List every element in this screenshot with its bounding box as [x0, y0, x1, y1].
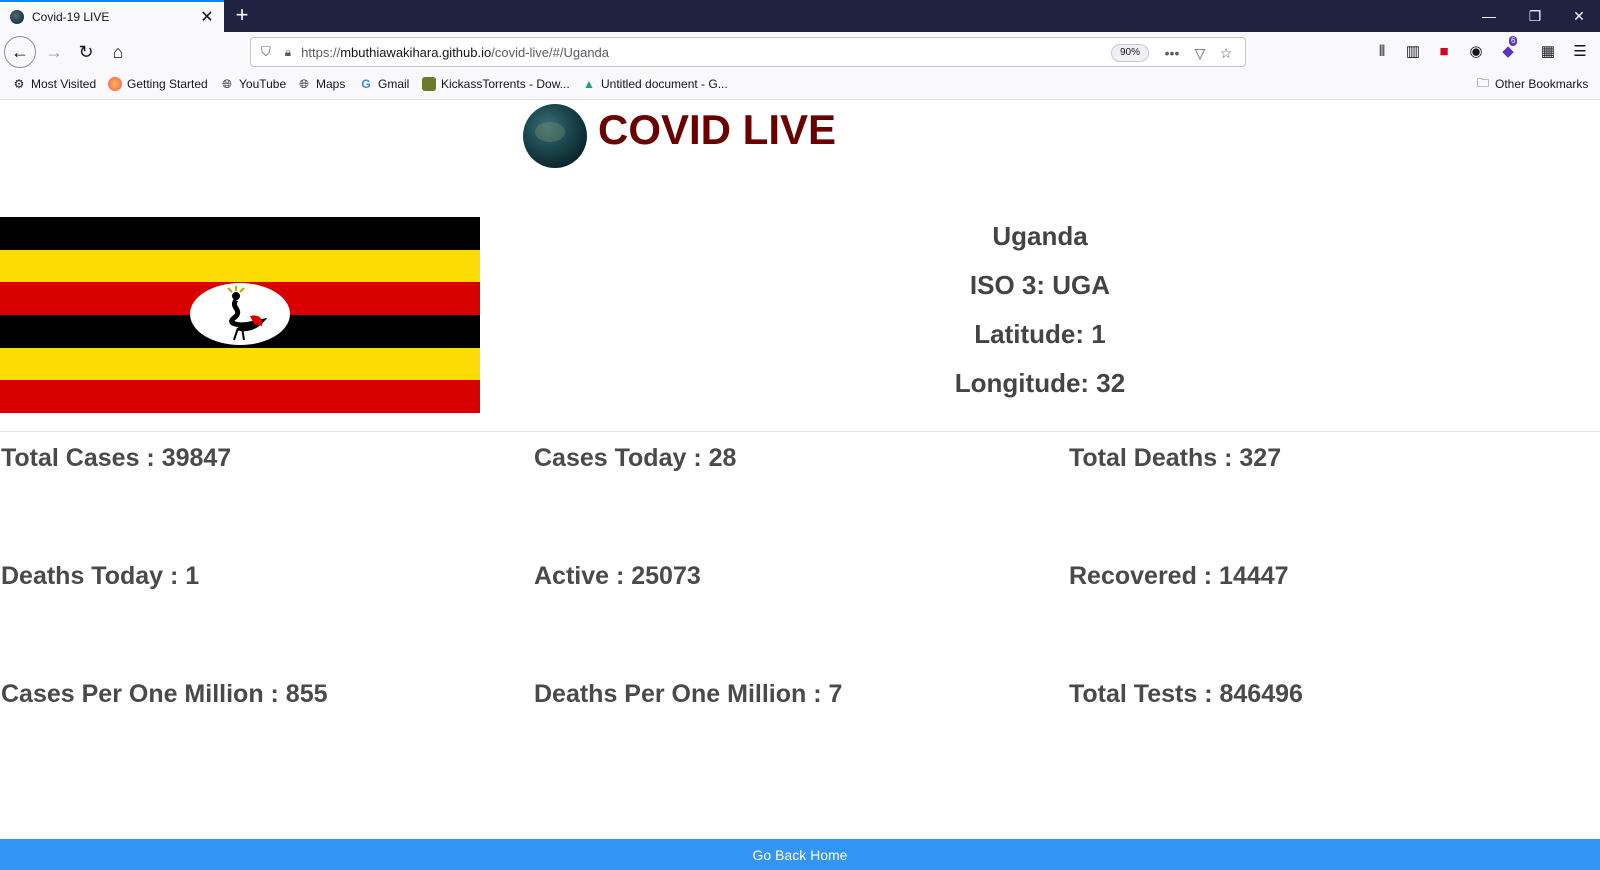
globe-icon: 🌐︎ [299, 76, 309, 91]
kickass-icon [422, 77, 436, 91]
stat-total-tests: Total Tests : 846496 [1069, 680, 1303, 708]
google-icon: G [361, 77, 371, 91]
back-button[interactable]: ← [4, 36, 36, 68]
browser-tab[interactable]: Covid-19 LIVE ✕ [0, 0, 224, 32]
stat-cases-today: Cases Today : 28 [534, 444, 737, 472]
navigation-toolbar: ← → ↻ ⌂ ⛉ 🔒︎ https://mbuthiawakihara.git… [0, 32, 1600, 72]
library-icon[interactable]: ⫴ [1372, 42, 1392, 62]
stat-cases-per-million: Cases Per One Million : 855 [1, 680, 328, 708]
close-tab-icon[interactable]: ✕ [196, 6, 218, 28]
zoom-indicator[interactable]: 90% [1110, 44, 1149, 62]
other-bookmarks[interactable]: 🗀 Other Bookmarks [1476, 75, 1588, 92]
bookmark-youtube[interactable]: 🌐︎ YouTube [220, 76, 286, 92]
stat-active: Active : 25073 [534, 562, 701, 590]
restore-icon[interactable]: ❐ [1512, 0, 1558, 32]
flag-stripe [0, 217, 480, 250]
stat-total-deaths: Total Deaths : 327 [1069, 444, 1282, 472]
folder-icon: 🗀 [1476, 75, 1489, 90]
country-longitude: Longitude: 32 [954, 368, 1126, 398]
country-latitude: Latitude: 1 [974, 319, 1106, 349]
url-text[interactable]: https://mbuthiawakihara.github.io/covid-… [301, 45, 609, 60]
close-window-icon[interactable]: ✕ [1556, 0, 1600, 32]
reload-button[interactable]: ↻ [70, 36, 102, 68]
minimize-icon[interactable]: — [1466, 0, 1512, 32]
go-back-home-button[interactable]: Go Back Home [0, 839, 1600, 870]
go-back-home-label: Go Back Home [752, 846, 848, 863]
flag-stripe [0, 380, 480, 413]
stat-deaths-today: Deaths Today : 1 [1, 562, 200, 590]
extension-badge-count: 6 [1509, 36, 1518, 46]
crane-emblem-icon [190, 283, 290, 345]
extensions-icon[interactable]: ▦ [1538, 42, 1558, 62]
flag-stripe [0, 249, 480, 283]
bookmark-gmail[interactable]: G Gmail [359, 77, 409, 91]
home-button[interactable]: ⌂ [102, 36, 134, 68]
tab-title: Covid-19 LIVE [32, 10, 110, 24]
divider [0, 431, 1600, 432]
site-title: COVID LIVE [598, 106, 837, 153]
bookmark-star-icon[interactable]: ☆ [1215, 42, 1237, 64]
bookmark-untitled-document[interactable]: ▲ Untitled document - G... [582, 77, 728, 91]
pocket-icon[interactable]: ▽ [1189, 42, 1211, 64]
firefox-icon [108, 77, 122, 91]
page-content: COVID LIVE Uganda ISO 3: UGA Latitude: 1… [0, 100, 1600, 870]
bookmark-most-visited[interactable]: ⚙ Most Visited [12, 77, 97, 91]
account-icon[interactable]: ◉ [1466, 42, 1486, 62]
country-name: Uganda [992, 221, 1088, 251]
globe-icon: 🌐︎ [222, 76, 232, 91]
tracking-shield-icon[interactable]: ⛉ [261, 44, 271, 60]
browser-titlebar: Covid-19 LIVE ✕ + — ❐ ✕ [0, 0, 1600, 32]
country-info: Uganda ISO 3: UGA Latitude: 1 Longitude:… [880, 212, 1200, 408]
menu-icon[interactable]: ☰ [1570, 42, 1590, 62]
google-drive-icon: ▲ [583, 77, 595, 91]
flag-stripe [0, 347, 480, 381]
new-tab-button[interactable]: + [230, 4, 254, 28]
stat-recovered: Recovered : 14447 [1069, 562, 1289, 590]
globe-favicon-icon [10, 10, 24, 24]
sidebar-icon[interactable]: ▥ [1403, 42, 1423, 62]
download-extension-icon[interactable]: ■ [1434, 42, 1454, 62]
globe-logo-icon [523, 104, 587, 168]
uganda-flag [0, 217, 480, 413]
bookmarks-toolbar: ⚙ Most Visited Getting Started 🌐︎ YouTube … [0, 72, 1600, 100]
forward-button[interactable]: → [38, 36, 70, 68]
page-actions-icon[interactable]: ••• [1161, 42, 1183, 64]
bookmark-kickasstorrents[interactable]: KickassTorrents - Dow... [422, 77, 570, 91]
extension-badge-icon[interactable]: ◆ 6 [1498, 36, 1518, 62]
address-bar[interactable]: ⛉ 🔒︎ https://mbuthiawakihara.github.io/c… [250, 37, 1246, 67]
country-iso3: ISO 3: UGA [969, 270, 1111, 300]
bookmark-maps[interactable]: 🌐︎ Maps [297, 76, 345, 92]
stat-total-cases: Total Cases : 39847 [1, 444, 232, 472]
stat-deaths-per-million: Deaths Per One Million : 7 [534, 680, 843, 708]
bookmark-getting-started[interactable]: Getting Started [108, 77, 208, 91]
lock-icon[interactable]: 🔒︎ [285, 45, 291, 60]
gear-icon: ⚙ [13, 77, 25, 91]
